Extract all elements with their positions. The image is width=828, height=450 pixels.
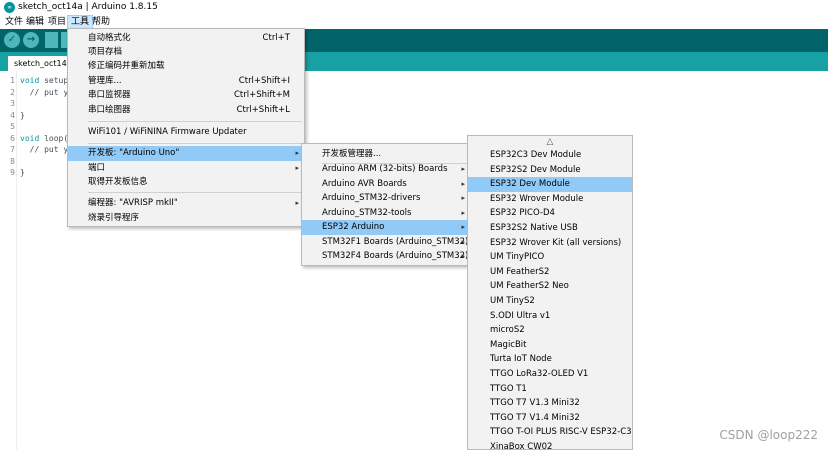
window-title: sketch_oct14a | Arduino 1.8.15 xyxy=(18,2,158,12)
code-text: setup xyxy=(39,76,69,85)
code-text: // put y xyxy=(20,87,69,97)
menu-separator xyxy=(88,121,302,122)
submenu-arrow-icon: ▸ xyxy=(461,165,465,173)
menu-item-fix-encoding[interactable]: 修正编码并重新加载 xyxy=(68,59,304,74)
line-number: 6 xyxy=(10,133,15,143)
tools-menu: 自动格式化 Ctrl+T 项目存档 修正编码并重新加载 管理库... Ctrl+Sh… xyxy=(67,28,305,227)
menu-item-firmware-updater[interactable]: WiFi101 / WiFiNINA Firmware Updater xyxy=(68,125,304,140)
esp32-board-item[interactable]: MagicBit xyxy=(468,338,632,353)
submenu-arrow-icon: ▸ xyxy=(295,149,299,157)
esp32-board-item[interactable]: microS2 xyxy=(468,323,632,338)
code-line: // put y xyxy=(20,87,69,97)
submenu-arrow-icon: ▸ xyxy=(461,180,465,188)
menu-item-board-info[interactable]: 取得开发板信息 xyxy=(68,175,304,190)
line-number: 3 xyxy=(10,99,15,108)
esp32-board-item[interactable]: UM TinyS2 xyxy=(468,294,632,309)
esp32-board-item[interactable]: UM FeatherS2 Neo xyxy=(468,279,632,294)
verify-button[interactable]: ✓ xyxy=(4,32,20,48)
menu-item-serial-monitor[interactable]: 串口监视器 Ctrl+Shift+M xyxy=(68,88,304,103)
line-number: 7 xyxy=(10,145,15,154)
esp32-board-item[interactable]: ESP32S2 Native USB xyxy=(468,221,632,236)
scroll-up-icon[interactable]: △ xyxy=(468,137,632,147)
code-keyword: void xyxy=(20,76,40,85)
new-file-icon[interactable] xyxy=(45,32,58,48)
menu-item-stm32-tools[interactable]: Arduino_STM32-tools ▸ xyxy=(302,206,470,221)
menu-item-stm32f4[interactable]: STM32F4 Boards (Arduino_STM32) ▸ xyxy=(302,249,470,264)
esp32-board-item[interactable]: ESP32C3 Dev Module xyxy=(468,148,632,163)
code-line: } xyxy=(20,168,25,177)
submenu-arrow-icon: ▸ xyxy=(461,194,465,202)
menu-item-manage-libraries[interactable]: 管理库... Ctrl+Shift+I xyxy=(68,74,304,89)
boards-submenu: 开发板管理器... Arduino ARM (32-bits) Boards ▸ … xyxy=(301,143,471,266)
code-text: // put y xyxy=(20,145,69,154)
menu-item-arduino-arm[interactable]: Arduino ARM (32-bits) Boards ▸ xyxy=(302,162,470,177)
menu-separator xyxy=(88,192,302,193)
esp32-board-item[interactable]: S.ODI Ultra v1 xyxy=(468,309,632,324)
esp32-boards-submenu: △ ESP32C3 Dev Module ESP32S2 Dev Module ES… xyxy=(467,135,633,450)
code-line: void setup xyxy=(20,76,68,85)
line-number: 5 xyxy=(10,122,15,131)
line-number: 4 xyxy=(10,110,15,120)
code-line: void loop( xyxy=(20,134,68,143)
code-keyword: void xyxy=(20,133,40,143)
line-gutter: 1 2 3 4 5 6 7 8 9 xyxy=(0,71,17,450)
code-line: // put y xyxy=(20,145,69,154)
esp32-board-item[interactable]: UM FeatherS2 xyxy=(468,265,632,280)
menu-separator xyxy=(88,143,302,144)
menu-bar: 文件 编辑 项目 工具 帮助 xyxy=(0,15,828,29)
menu-help[interactable]: 帮助 xyxy=(89,15,113,29)
menu-item-serial-plotter[interactable]: 串口绘图器 Ctrl+Shift+L xyxy=(68,103,304,118)
menu-item-archive-sketch[interactable]: 项目存档 xyxy=(68,45,304,60)
menu-item-programmer[interactable]: 编程器: "AVRISP mkII" ▸ xyxy=(68,196,304,211)
esp32-board-item[interactable]: ESP32 PICO-D4 xyxy=(468,206,632,221)
esp32-board-item[interactable]: ESP32S2 Dev Module xyxy=(468,163,632,178)
menu-item-port[interactable]: 端口 ▸ xyxy=(68,161,304,176)
esp32-board-item[interactable]: ESP32 Wrover Kit (all versions) xyxy=(468,236,632,251)
code-line: } xyxy=(20,111,25,120)
watermark: CSDN @loop222 xyxy=(719,428,818,442)
esp32-board-item[interactable]: ESP32 Dev Module xyxy=(468,177,632,192)
submenu-arrow-icon: ▸ xyxy=(461,252,465,260)
esp32-board-item[interactable]: ESP32 Wrover Module xyxy=(468,192,632,207)
esp32-board-item[interactable]: TTGO T7 V1.3 Mini32 xyxy=(468,396,632,411)
esp32-board-item[interactable]: TTGO T7 V1.4 Mini32 xyxy=(468,411,632,426)
tab-sketch[interactable]: sketch_oct14a xyxy=(8,56,72,71)
submenu-arrow-icon: ▸ xyxy=(461,238,465,246)
menu-item-stm32f1[interactable]: STM32F1 Boards (Arduino_STM32) ▸ xyxy=(302,235,470,250)
submenu-arrow-icon: ▸ xyxy=(461,223,465,231)
menu-item-arduino-avr[interactable]: Arduino AVR Boards ▸ xyxy=(302,177,470,192)
esp32-board-item[interactable]: TTGO LoRa32-OLED V1 xyxy=(468,367,632,382)
menu-edit[interactable]: 编辑 xyxy=(23,15,47,29)
menu-item-boards-manager[interactable]: 开发板管理器... xyxy=(302,146,470,162)
esp32-board-item[interactable]: XinaBox CW02 xyxy=(468,440,632,449)
code-text: loop( xyxy=(39,133,69,143)
esp32-board-item[interactable]: UM TinyPICO xyxy=(468,250,632,265)
esp32-board-item[interactable]: TTGO T-OI PLUS RISC-V ESP32-C3 xyxy=(468,425,632,440)
menu-project[interactable]: 项目 xyxy=(45,15,69,29)
esp32-board-item[interactable]: TTGO T1 xyxy=(468,382,632,397)
code-text: } xyxy=(20,168,25,177)
submenu-arrow-icon: ▸ xyxy=(295,164,299,172)
line-number: 9 xyxy=(10,168,15,177)
menu-item-auto-format[interactable]: 自动格式化 Ctrl+T xyxy=(68,31,304,46)
menu-item-board[interactable]: 开发板: "Arduino Uno" ▸ xyxy=(68,146,304,161)
line-number: 8 xyxy=(10,156,15,166)
submenu-arrow-icon: ▸ xyxy=(295,199,299,207)
title-bar: ∞ sketch_oct14a | Arduino 1.8.15 xyxy=(0,0,828,15)
menu-item-esp32-arduino[interactable]: ESP32 Arduino ▸ xyxy=(302,220,470,235)
upload-button[interactable]: → xyxy=(23,32,39,48)
submenu-arrow-icon: ▸ xyxy=(461,209,465,217)
line-number: 1 xyxy=(10,76,15,85)
arduino-logo-icon: ∞ xyxy=(4,2,15,13)
esp32-board-item[interactable]: Turta IoT Node xyxy=(468,352,632,367)
line-number: 2 xyxy=(10,87,15,97)
menu-item-stm32-drivers[interactable]: Arduino_STM32-drivers ▸ xyxy=(302,191,470,206)
menu-item-burn-bootloader[interactable]: 烧录引导程序 xyxy=(68,211,304,226)
code-text: } xyxy=(20,110,25,120)
